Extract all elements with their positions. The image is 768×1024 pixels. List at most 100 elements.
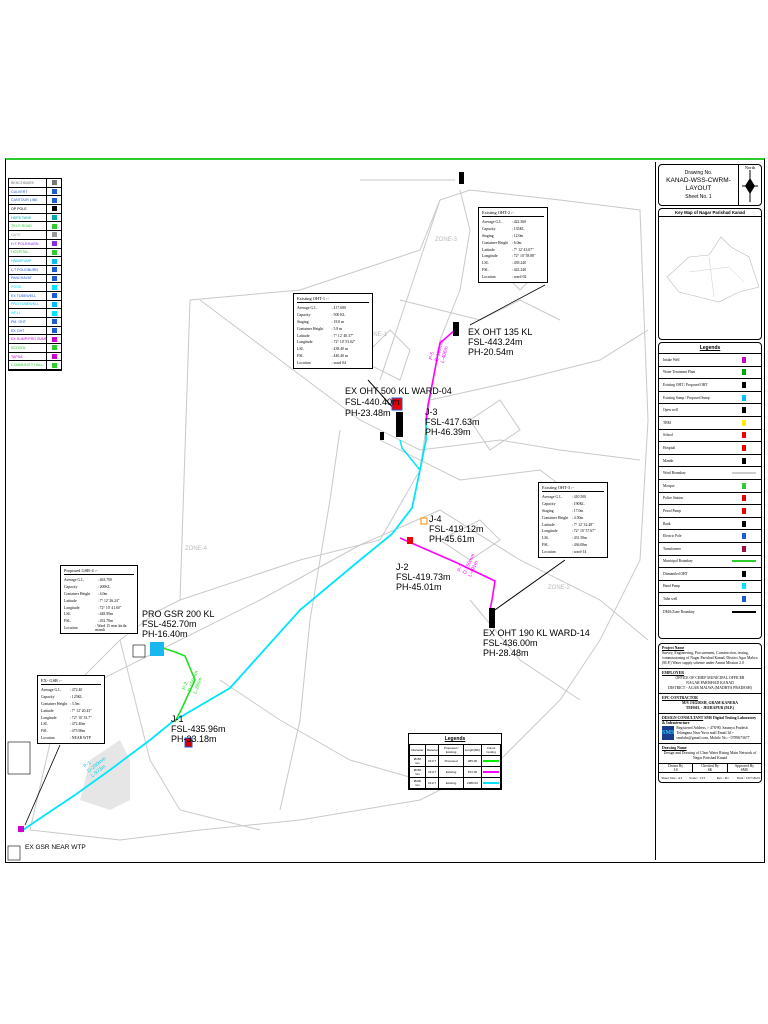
info-value: : 190KL bbox=[571, 502, 585, 507]
zone-3-label: ZONE-3 bbox=[435, 237, 458, 243]
legend-item: Hand Pump bbox=[659, 579, 761, 593]
svg-text:J-2: J-2 bbox=[396, 562, 409, 572]
ex-oht-190-icon bbox=[489, 608, 495, 628]
legend-item: Existing Sump / Proposed Sump bbox=[659, 390, 761, 404]
info-value: : 436.00m bbox=[571, 542, 588, 547]
svg-text:PH-45.01m: PH-45.01m bbox=[396, 582, 442, 592]
legends-title: Legends bbox=[699, 345, 721, 351]
symbol-icon bbox=[46, 265, 61, 274]
svg-text:PH-33.18m: PH-33.18m bbox=[171, 734, 217, 744]
svg-text:PH-20.54m: PH-20.54m bbox=[468, 347, 514, 357]
legend-item: Petrol Pump bbox=[659, 504, 761, 517]
legend-item-icon bbox=[727, 596, 761, 603]
svg-text:PH-23.48m: PH-23.48m bbox=[345, 408, 391, 418]
svg-text:FSL-419.12m: FSL-419.12m bbox=[429, 524, 484, 534]
symbol-legend-row: PM. OHT bbox=[9, 318, 61, 327]
info-row: Capacity: 135KL bbox=[482, 226, 544, 233]
svg-text:PH-28.48m: PH-28.48m bbox=[483, 648, 529, 658]
info-value: : 422.560 bbox=[511, 220, 527, 225]
symbol-icon bbox=[46, 196, 61, 205]
symbol-label: OP POLE bbox=[11, 206, 27, 211]
info-key: LSL bbox=[542, 536, 549, 541]
legend-item-icon bbox=[727, 419, 761, 426]
info-value: : 431.50m bbox=[571, 536, 588, 541]
drawing-no: KANAD-WSS-CWRM-LAYOUT bbox=[666, 177, 731, 192]
design-consultant-section: DESIGN CONSULTANT SMS Digital Testing La… bbox=[659, 714, 761, 744]
symbol-icon bbox=[46, 361, 61, 370]
legend-item: DMA/Zone Boundary bbox=[659, 604, 761, 618]
legend-item-label: Mandir bbox=[663, 458, 674, 463]
info-key: Capacity bbox=[64, 585, 78, 590]
svg-text:J-4: J-4 bbox=[429, 514, 442, 524]
legend-item-label: Hand Pump bbox=[663, 584, 681, 589]
info-box-gsr4: Proposed GSR-4 :- Average G.L.: 463.700 Ca… bbox=[60, 565, 138, 635]
legend-item-icon bbox=[727, 457, 761, 464]
legend-item-icon bbox=[727, 444, 761, 451]
pipe-legend-header: Proposed / Existing bbox=[438, 744, 464, 756]
info-row: Average G.L.: 422.560 bbox=[482, 219, 544, 226]
symbol-label: TAPSA bbox=[11, 354, 23, 359]
legend-item-icon bbox=[727, 560, 761, 563]
info-key: LSL bbox=[41, 722, 48, 727]
symbol-legend-row: HOSPITAL bbox=[9, 248, 61, 258]
info-row: Longitude: 72° 10' 53.02" bbox=[297, 339, 369, 346]
symbol-legend-row: PANCHAYAT bbox=[9, 274, 61, 284]
legend-item-label: Bank bbox=[663, 521, 671, 526]
pipe-status: Existing bbox=[438, 777, 464, 789]
svg-text:PH-16.40m: PH-16.40m bbox=[142, 629, 188, 639]
employer-section: EMPLOYER OFFICE OF CHIEF MUNICIPAL OFFIC… bbox=[659, 669, 761, 694]
pipe-colour-swatch bbox=[481, 766, 501, 778]
symbol-label: EX OHT bbox=[11, 328, 25, 333]
zone-2-label: ZONE-2 bbox=[548, 585, 571, 591]
symbol-label: BENCHMARK bbox=[11, 180, 34, 185]
info-key: FSL bbox=[542, 542, 549, 547]
svg-text:FSL-440.40m: FSL-440.40m bbox=[345, 397, 400, 407]
symbol-legend-row: BENCHMARK bbox=[9, 179, 61, 188]
key-map-title: Key Map of Nagar Parishad Kanad bbox=[659, 209, 761, 217]
project-name-section: Project Name Survey, Engineering, Procure… bbox=[659, 644, 761, 669]
legend-item: Intake Well bbox=[659, 353, 761, 366]
legend-item-icon bbox=[727, 570, 761, 577]
info-value: : 417.680 bbox=[331, 306, 346, 311]
pipe-legend: Legends Diameter Material Proposed / Exist… bbox=[408, 733, 502, 790]
label-j4: J-4FSL-419.12mPH-45.61m bbox=[429, 514, 484, 544]
label-j3: J-3FSL-417.63mPH-46.39m bbox=[425, 407, 480, 437]
label-j2: J-2FSL-419.73mPH-45.01m bbox=[396, 562, 451, 592]
legend-item: Ward Boundary bbox=[659, 466, 761, 479]
legend-item-label: Open well bbox=[663, 408, 678, 413]
info-row: LSL: 438.40 m bbox=[297, 346, 369, 353]
info-key: FSL bbox=[41, 729, 48, 734]
pipe-legend-header: Material bbox=[424, 744, 440, 756]
info-value: : 472.40 bbox=[69, 688, 83, 693]
info-value: : 6.0m bbox=[511, 240, 522, 245]
info-value: : 475.90m bbox=[69, 729, 86, 734]
info-row: FSL : 475.90m bbox=[41, 728, 101, 735]
info-key: Average G.L. bbox=[64, 578, 85, 583]
label-ex-oht-135: EX OHT 135 KLFSL-443.24mPH-20.54m bbox=[468, 327, 532, 357]
info-row: Location: Ward 15 near kirila mandi bbox=[64, 624, 134, 632]
info-value: : 5.8 m bbox=[331, 326, 343, 331]
pipe-status: Existing bbox=[438, 766, 464, 778]
svg-text:EX OHT 190 KL WARD-14: EX OHT 190 KL WARD-14 bbox=[483, 628, 590, 638]
info-row: FSL: 443.240 bbox=[482, 267, 544, 274]
pipe-length: 872.00 bbox=[462, 766, 483, 778]
info-key: Average G.L. bbox=[41, 688, 62, 693]
legend-item-icon bbox=[727, 356, 761, 363]
pipe-material: DI-K7 bbox=[424, 777, 440, 789]
symbol-legend-row: OP POLE bbox=[9, 205, 61, 214]
svg-text:PH-46.39m: PH-46.39m bbox=[425, 427, 471, 437]
info-row: Average G.L.: 410.500 bbox=[542, 494, 604, 501]
legend-item-icon bbox=[727, 495, 761, 502]
legend-item-label: Police Station bbox=[663, 496, 684, 501]
info-box-exgsr: EX- GSR :- Average G.L.: 472.40 Capacity: … bbox=[37, 675, 105, 745]
symbol-legend-row: TILLE ROAD bbox=[9, 222, 61, 232]
info-row: Latitude: 7° 12' 40.37" bbox=[297, 332, 369, 339]
intake-well-icon bbox=[18, 826, 24, 832]
symbol-label: HOSPITAL bbox=[11, 250, 29, 255]
symbol-legend-row: GATE bbox=[9, 231, 61, 240]
info-value: : 448.90m bbox=[97, 612, 113, 617]
north-arrow: North bbox=[738, 165, 761, 205]
symbol-legend-row: HDPE TANK bbox=[9, 213, 61, 223]
info-row: Container Height: 5.8 m bbox=[297, 325, 369, 332]
symbol-legend-row: CULVERT bbox=[9, 187, 61, 197]
